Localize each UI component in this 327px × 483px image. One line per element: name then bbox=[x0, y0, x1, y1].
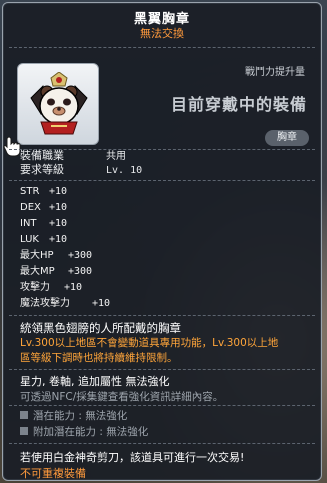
requirement-row: 裝備職業 共用 bbox=[20, 149, 126, 163]
trade-status: 無法交換 bbox=[140, 27, 184, 40]
requirement-value: Lv. 10 bbox=[106, 165, 143, 176]
no-duplicate-equip: 不可重複裝備 bbox=[20, 467, 86, 480]
potential-box-icon bbox=[20, 427, 28, 435]
potential-box-icon bbox=[20, 411, 28, 419]
stat-value: +10 bbox=[49, 202, 68, 213]
stat-value: +10 bbox=[92, 298, 111, 309]
divider bbox=[9, 369, 315, 370]
stat-row: STR +10 bbox=[20, 184, 67, 200]
stat-label: DEX bbox=[20, 202, 41, 213]
requirement-label: 裝備職業 bbox=[20, 149, 64, 162]
stat-label: 攻擊力 bbox=[20, 282, 50, 293]
potential-label: 潛在能力 : 無法強化 bbox=[33, 410, 128, 422]
additional-potential-row: 附加潛在能力 : 無法強化 bbox=[20, 425, 148, 439]
divider bbox=[9, 180, 315, 181]
stat-label: INT bbox=[20, 218, 37, 229]
divider bbox=[9, 405, 315, 406]
divider bbox=[9, 443, 315, 444]
stat-label: STR bbox=[20, 186, 40, 197]
stat-row: 最大HP +300 bbox=[20, 248, 92, 264]
item-tooltip: 黑翼胸章 無法交換 戰鬥力提升量 目前穿戴中的裝備 胸章 裝備職業 共用 要求等… bbox=[2, 2, 322, 481]
stat-value: +10 bbox=[64, 282, 83, 293]
stat-label: LUK bbox=[20, 234, 39, 245]
stat-value: +300 bbox=[68, 250, 93, 261]
restriction-line: Lv.300以上地區不會變動道具專用功能，Lv.300以上地 bbox=[20, 337, 279, 349]
power-increase-label: 戰鬥力提升量 bbox=[245, 67, 305, 78]
stat-row: LUK +10 bbox=[20, 232, 67, 248]
stat-label: 最大MP bbox=[20, 266, 55, 277]
stat-row: DEX +10 bbox=[20, 200, 67, 216]
item-description: 統領黑色翅膀的人所配戴的胸章 bbox=[20, 321, 181, 335]
divider bbox=[9, 315, 315, 316]
stat-label: 最大HP bbox=[20, 250, 54, 261]
stat-row: 最大MP +300 bbox=[20, 264, 92, 280]
stat-row: INT +10 bbox=[20, 216, 67, 232]
requirement-label: 要求等級 bbox=[20, 163, 64, 176]
potential-row: 潛在能力 : 無法強化 bbox=[20, 409, 127, 423]
enhance-status: 星力, 卷軸, 追加屬性 無法強化 bbox=[20, 375, 170, 388]
bear-badge-icon bbox=[30, 72, 88, 135]
requirement-row: 要求等級 Lv. 10 bbox=[20, 163, 142, 177]
category-badge: 胸章 bbox=[265, 130, 309, 146]
stat-value: +10 bbox=[49, 186, 68, 197]
stat-label: 魔法攻擊力 bbox=[20, 298, 70, 309]
divider bbox=[9, 47, 315, 48]
item-icon-frame bbox=[17, 63, 99, 145]
requirement-value: 共用 bbox=[106, 151, 126, 162]
equipped-status: 目前穿戴中的裝備 bbox=[170, 95, 307, 114]
scissors-note: 若使用白金神奇剪刀，該道具可進行一次交易! bbox=[20, 451, 245, 464]
additional-potential-label: 附加潛在能力 : 無法強化 bbox=[33, 426, 149, 438]
restriction-line: 區等級下調時也將持續維持限制。 bbox=[20, 352, 178, 364]
nfc-note: 可透過NFC/採集鍵查看強化資訊詳細內容。 bbox=[20, 391, 224, 403]
stat-value: +300 bbox=[68, 266, 93, 277]
stat-row: 魔法攻擊力 +10 bbox=[20, 296, 110, 312]
stat-value: +10 bbox=[49, 218, 68, 229]
stat-value: +10 bbox=[49, 234, 68, 245]
stat-row: 攻擊力 +10 bbox=[20, 280, 82, 296]
